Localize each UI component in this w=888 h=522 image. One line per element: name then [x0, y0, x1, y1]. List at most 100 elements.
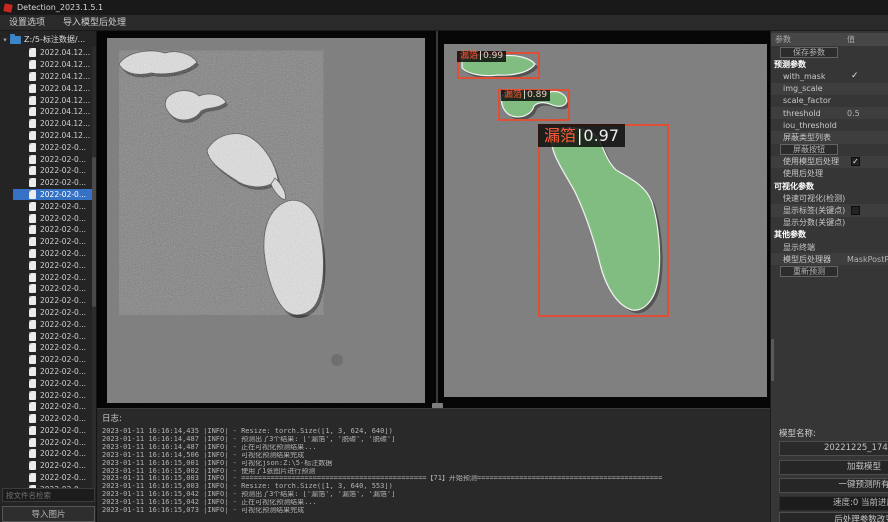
tree-file-item[interactable]: 2022-02-0... — [0, 283, 97, 295]
file-label: 2022.04.12... — [40, 119, 90, 128]
search-input[interactable] — [2, 488, 95, 502]
file-label: 2022-02-0... — [40, 355, 86, 364]
file-label: 2022-02-0... — [40, 308, 86, 317]
param-action-button[interactable]: 保存参数 — [780, 47, 838, 58]
parameter-label: 显示分数(关键点) — [771, 217, 845, 228]
tree-root-label: Z:/5-标注数据/... — [24, 34, 85, 45]
tree-file-item[interactable]: 2022-02-0... — [0, 153, 97, 165]
title-bar: Detection_2023.1.5.1 — [0, 0, 888, 15]
canvas-splitter[interactable] — [436, 31, 438, 412]
original-image-canvas[interactable] — [107, 38, 425, 403]
parameter-label: 模型后处理器 — [771, 254, 831, 265]
load-model-button[interactable]: 加载模型 — [779, 460, 888, 475]
prediction-image-canvas[interactable]: 漏箔|0.99 漏箔|0.89 漏箔|0.97 — [444, 44, 767, 397]
tree-file-item[interactable]: 2022-02-0... — [0, 425, 97, 437]
scrollbar-thumb[interactable] — [92, 157, 96, 307]
parameter-row: threshold0.5 — [771, 107, 888, 119]
file-tree-panel: ▾ Z:/5-标注数据/... 2022.04.12...2022.04.12.… — [0, 31, 97, 522]
panel-scrollbar-thumb[interactable] — [771, 339, 774, 381]
tree-file-item[interactable]: 2022.04.12... — [0, 71, 97, 83]
file-label: 2022-02-0... — [40, 284, 86, 293]
tree-file-item[interactable]: 2022-02-0... — [0, 436, 97, 448]
file-label: 2022.04.12... — [40, 131, 90, 140]
tree-file-item[interactable]: 2022-02-0... — [0, 401, 97, 413]
log-lines: 2023-01-11 16:16:14,435 |INFO| - Resize:… — [102, 428, 770, 515]
file-icon — [29, 107, 36, 116]
file-icon — [29, 449, 36, 458]
parameter-value[interactable]: 0.5 — [847, 109, 860, 118]
predict-all-button[interactable]: 一键预测所有 — [779, 478, 888, 493]
parameter-row: 显示终端 — [771, 241, 888, 253]
tree-file-item[interactable]: 2022-02-0... — [0, 413, 97, 425]
tree-file-item[interactable]: 2022-02-0... — [0, 307, 97, 319]
file-icon — [29, 473, 36, 482]
checkbox-empty[interactable] — [851, 206, 860, 215]
tree-file-item[interactable]: 2022.04.12... — [0, 106, 97, 118]
tree-file-item[interactable]: 2022-02-0... — [0, 259, 97, 271]
log-line: 2023-01-11 16:16:15,001 |INFO| - 可视化json… — [102, 460, 770, 468]
tree-file-item[interactable]: 2022.04.12... — [0, 59, 97, 71]
tree-file-item[interactable]: 2022-02-0... — [0, 460, 97, 472]
section-label: 预测参数 — [771, 59, 806, 70]
parameter-label: img_scale — [771, 84, 823, 93]
file-label: 2022-02-0... — [40, 320, 86, 329]
tree-file-item[interactable]: 2022-02-0... — [0, 318, 97, 330]
file-label: 2022-02-0... — [40, 273, 86, 282]
viewer-area: 漏箔|0.99 漏箔|0.89 漏箔|0.97 日志: 2023-01-11 1… — [97, 31, 770, 522]
tree-file-item[interactable]: 2022-02-0... — [0, 177, 97, 189]
file-icon — [29, 225, 36, 234]
tree-file-item[interactable]: 2022-02-0... — [0, 389, 97, 401]
parameter-value[interactable]: MaskPostPro — [847, 255, 888, 264]
tree-file-item[interactable]: 2022-02-0... — [0, 330, 97, 342]
menu-settings[interactable]: 设置选项 — [0, 15, 54, 31]
log-line: 2023-01-11 16:16:14,435 |INFO| - Resize:… — [102, 428, 770, 436]
file-label: 2022.04.12... — [40, 96, 90, 105]
model-name-dropdown[interactable]: 20221225_174813 — [779, 441, 888, 456]
tree-file-item[interactable]: 2022-02-0... — [0, 141, 97, 153]
menu-import-postprocess[interactable]: 导入模型后处理 — [54, 15, 135, 31]
tree-file-item[interactable]: 2022-02-0... — [0, 165, 97, 177]
tree-file-item[interactable]: 2022-02-0... — [0, 366, 97, 378]
tree-file-item[interactable]: 2022-02-0... — [0, 212, 97, 224]
tree-file-item[interactable]: 2022-02-0... — [0, 224, 97, 236]
log-console[interactable]: 日志: 2023-01-11 16:16:14,435 |INFO| - Res… — [97, 408, 770, 522]
chevron-down-icon[interactable]: ▾ — [0, 36, 10, 44]
param-action-button[interactable]: 重新预测 — [780, 266, 838, 277]
sidebar-scrollbar[interactable] — [92, 47, 96, 488]
tree-file-item[interactable]: 2022-02-0... — [0, 200, 97, 212]
import-images-button[interactable]: 导入图片 — [2, 506, 95, 522]
tree-file-item[interactable]: 2022-02-0... — [0, 354, 97, 366]
file-icon — [29, 178, 36, 187]
tree-file-item[interactable]: 2022-02-0... — [0, 448, 97, 460]
tree-file-item[interactable]: 2022-02-0... — [0, 472, 97, 484]
parameter-label: with_mask — [771, 72, 825, 81]
checkbox-checked[interactable]: ✓ — [851, 157, 860, 166]
tree-file-item[interactable]: 2022-02-0... — [0, 236, 97, 248]
checkmark-icon[interactable]: ✓ — [851, 71, 859, 81]
tree-file-item[interactable]: 2022-02-0... — [0, 377, 97, 389]
tree-file-item[interactable]: 2022.04.12... — [0, 94, 97, 106]
file-icon — [29, 237, 36, 246]
log-line: 2023-01-11 16:16:14,487 |INFO| - 预测出了3个结… — [102, 436, 770, 444]
file-list: 2022.04.12...2022.04.12...2022.04.12...2… — [0, 47, 97, 488]
postprocess-button[interactable]: 后处理参数改变 — [779, 512, 888, 522]
file-label: 2022-02-0... — [40, 166, 86, 175]
tree-file-item[interactable]: 2022.04.12... — [0, 130, 97, 142]
model-block: 模型名称: 20221225_174813 加载模型 一键预测所有 速度:0 当… — [771, 427, 888, 439]
parameter-label: 使用后处理 — [771, 168, 823, 179]
param-action-button[interactable]: 屏蔽按钮 — [780, 144, 838, 155]
tree-file-item[interactable]: 2022-02-0... — [0, 342, 97, 354]
tree-file-item[interactable]: 2022.04.12... — [0, 118, 97, 130]
tree-file-item[interactable]: 2022.04.12... — [0, 47, 97, 59]
tree-file-item[interactable]: 2022-02-0... — [0, 248, 97, 260]
tree-file-item[interactable]: 2022-02-0... — [13, 189, 97, 201]
log-title: 日志: — [102, 412, 770, 424]
file-icon — [29, 72, 36, 81]
log-line: 2023-01-11 16:16:15,042 |INFO| - 预测出了3个结… — [102, 491, 770, 499]
tree-root-folder[interactable]: ▾ Z:/5-标注数据/... — [0, 33, 97, 46]
parameter-section: 可视化参数 — [771, 180, 888, 192]
tree-file-item[interactable]: 2022.04.12... — [0, 82, 97, 94]
file-label: 2022-02-0... — [40, 296, 86, 305]
tree-file-item[interactable]: 2022-02-0... — [0, 295, 97, 307]
tree-file-item[interactable]: 2022-02-0... — [0, 271, 97, 283]
